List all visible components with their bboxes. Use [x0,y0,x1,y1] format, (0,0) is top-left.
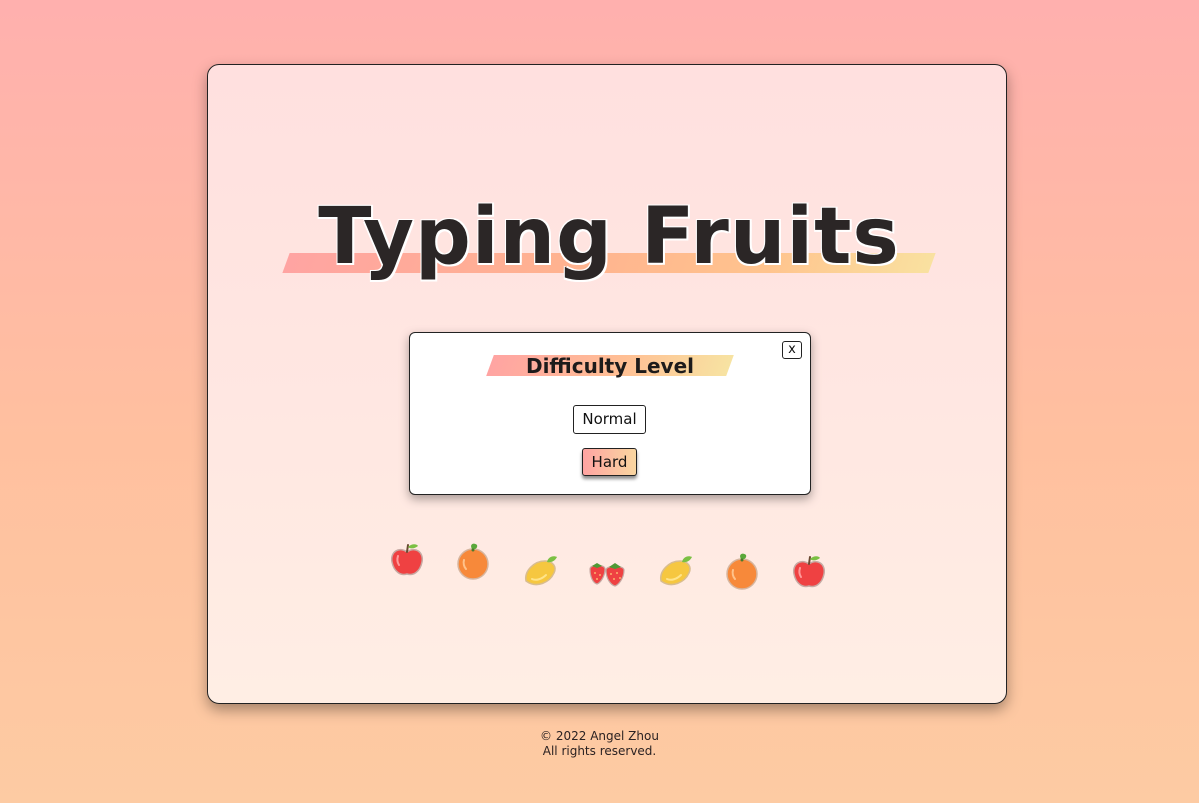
rights-text: All rights reserved. [542,744,657,758]
footer: © 2022 Angel Zhou All rights reserved. [0,729,1199,759]
game-title-banner: Typing Fruits [282,192,936,285]
orange-icon [726,553,758,590]
mango-icon [660,556,692,586]
close-button[interactable]: x [782,341,802,359]
modal-title: Difficulty Level [525,354,695,378]
game-card: Typing Fruits x Difficulty Level Normal … [207,64,1007,704]
hard-difficulty-button[interactable]: Hard [582,448,637,476]
mango-icon [525,556,557,586]
apple-icon [390,544,424,576]
game-title: Typing Fruits [318,192,900,282]
copyright-text: © 2022 Angel Zhou [540,729,659,743]
difficulty-modal: x Difficulty Level Normal Hard [409,332,811,495]
normal-difficulty-button[interactable]: Normal [573,405,646,434]
orange-icon [457,543,489,580]
modal-title-banner: Difficulty Level [486,353,734,378]
strawberry-icon [589,563,625,587]
apple-icon [792,556,826,588]
